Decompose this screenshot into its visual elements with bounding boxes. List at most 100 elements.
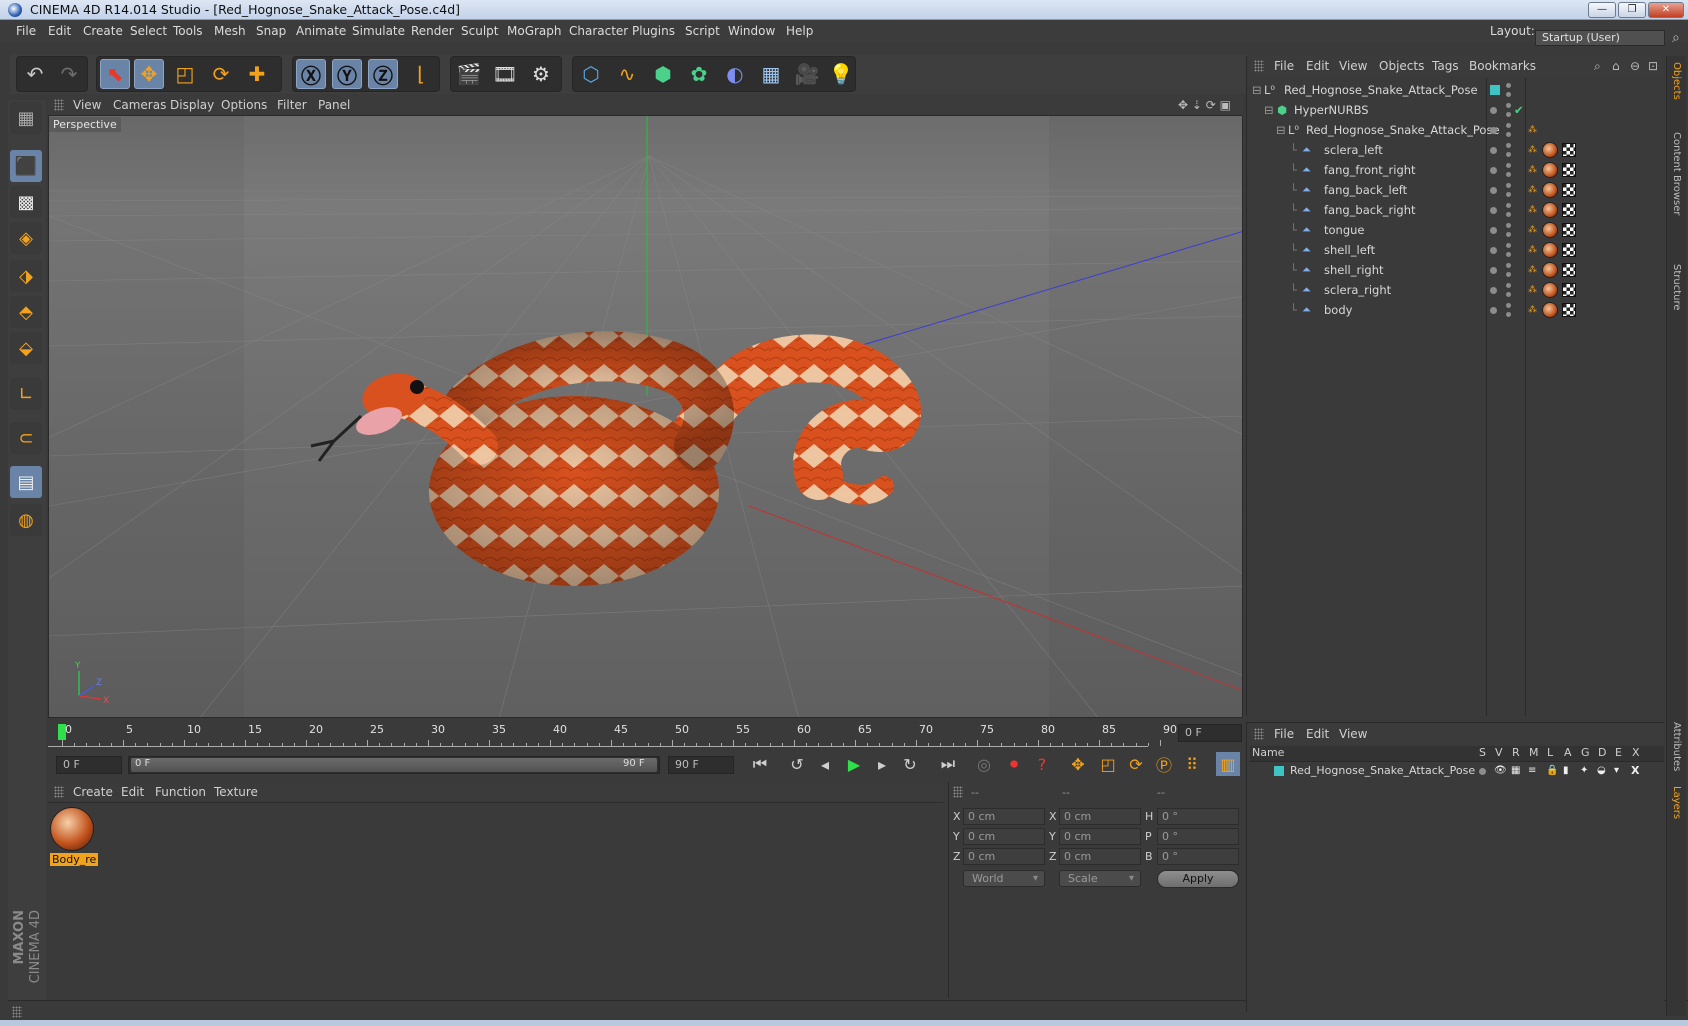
goto-end-icon[interactable]: ⏭ (936, 752, 960, 776)
object-row-child[interactable]: └ ⏶ fang_back_left ⁂ (1250, 180, 1663, 200)
objects-menu-view[interactable]: View (1339, 56, 1367, 76)
spline-icon[interactable]: ∿ (612, 59, 642, 89)
menu-script[interactable]: Script (685, 20, 720, 42)
coordinate-system-icon[interactable]: ⌊ (406, 59, 436, 89)
phong-tag-icon[interactable]: ⁂ (1528, 220, 1537, 240)
layer-expressions-icon[interactable]: ▾ (1614, 762, 1619, 780)
menu-sculpt[interactable]: Sculpt (461, 20, 498, 42)
visibility-dot[interactable] (1490, 227, 1497, 234)
workplane-mode-icon[interactable]: ◈ (10, 222, 42, 254)
make-editable-icon[interactable]: ▦ (10, 102, 42, 134)
coord-rot-p-field[interactable]: 0 ° (1157, 828, 1239, 845)
coord-size-x-field[interactable]: 0 cm (1059, 808, 1141, 825)
coord-size-z-field[interactable]: 0 cm (1059, 848, 1141, 865)
key-parameter-icon[interactable]: Ⓟ (1152, 752, 1176, 776)
menu-character[interactable]: Character (569, 20, 628, 42)
layer-col-animation[interactable]: A (1564, 746, 1572, 759)
menu-mesh[interactable]: Mesh (214, 20, 246, 42)
material-name[interactable]: Body_re (50, 853, 99, 866)
coord-scale-dropdown[interactable]: Scale (1059, 870, 1141, 887)
layer-color-swatch[interactable] (1274, 766, 1284, 776)
visibility-dot[interactable] (1490, 267, 1497, 274)
uvw-tag-icon[interactable] (1562, 263, 1576, 277)
menu-tools[interactable]: Tools (173, 20, 203, 42)
uvw-tag-icon[interactable] (1562, 143, 1576, 157)
menu-edit[interactable]: Edit (48, 20, 71, 42)
render-visibility-dot[interactable] (1506, 312, 1511, 317)
material-tag-icon[interactable] (1542, 202, 1558, 218)
polygons-mode-icon[interactable]: ⬙ (10, 332, 42, 364)
editor-visibility-dot[interactable] (1506, 263, 1511, 268)
phong-tag-icon[interactable]: ⁂ (1528, 260, 1537, 280)
menu-window[interactable]: Window (728, 20, 775, 42)
object-row-child[interactable]: └ ⏶ shell_right ⁂ (1250, 260, 1663, 280)
editor-visibility-dot[interactable] (1506, 223, 1511, 228)
restore-button[interactable]: ❐ (1618, 2, 1646, 18)
menu-help[interactable]: Help (786, 20, 813, 42)
snake-model[interactable] (310, 331, 921, 586)
editor-visibility-dot[interactable] (1506, 303, 1511, 308)
objects-collapse-icon[interactable]: ⊖ (1630, 56, 1640, 76)
visibility-dot[interactable] (1490, 247, 1497, 254)
preview-range-slider[interactable]: 0 F 90 F (128, 756, 660, 774)
phong-tag-icon[interactable]: ⁂ (1528, 280, 1537, 300)
visibility-dot[interactable] (1490, 207, 1497, 214)
material-thumbnail[interactable] (50, 807, 94, 851)
material-tag-icon[interactable] (1542, 242, 1558, 258)
coord-pos-z-field[interactable]: 0 cm (963, 848, 1045, 865)
tree-toggle-icon[interactable]: ⊟ (1276, 120, 1286, 140)
material-tag-icon[interactable] (1542, 262, 1558, 278)
material-menu-edit[interactable]: Edit (121, 782, 144, 802)
object-row-mesh-group[interactable]: ⊟ L⁰ Red_Hognose_Snake_Attack_Pose ⁂ (1250, 120, 1663, 140)
play-icon[interactable]: ▶ (842, 752, 866, 776)
scale-icon[interactable]: ◰ (170, 59, 200, 89)
layer-animation-icon[interactable]: ▮ (1563, 762, 1569, 780)
phong-tag-icon[interactable]: ⁂ (1528, 140, 1537, 160)
step-forward-icon[interactable]: ▸ (870, 752, 894, 776)
redo-icon[interactable]: ↷ (54, 59, 84, 89)
x-axis-icon[interactable]: Ⓧ (296, 59, 326, 89)
layer-deformers-icon[interactable]: ◒ (1597, 762, 1606, 780)
tree-toggle-icon[interactable]: ⊟ (1264, 100, 1274, 120)
editor-visibility-dot[interactable] (1506, 103, 1511, 108)
material-tag-icon[interactable] (1542, 222, 1558, 238)
workplane-lock-icon[interactable]: ▤ (10, 466, 42, 498)
editor-visibility-dot[interactable] (1506, 143, 1511, 148)
uvw-tag-icon[interactable] (1562, 303, 1576, 317)
phong-tag-icon[interactable]: ⁂ (1528, 120, 1537, 140)
viewport-menu-display[interactable]: Display (170, 95, 214, 115)
uvw-tag-icon[interactable] (1562, 203, 1576, 217)
render-picture-viewer-icon[interactable]: 🎞 (490, 59, 520, 89)
menu-file[interactable]: File (16, 20, 36, 42)
editor-visibility-dot[interactable] (1506, 83, 1511, 88)
side-tab-attributes[interactable]: Attributes (1671, 722, 1682, 771)
visibility-dot[interactable] (1490, 127, 1497, 134)
enabled-check-icon[interactable]: ✔ (1514, 100, 1524, 120)
object-row-child[interactable]: └ ⏶ fang_back_right ⁂ (1250, 200, 1663, 220)
editor-visibility-dot[interactable] (1506, 283, 1511, 288)
menu-create[interactable]: Create (83, 20, 123, 42)
uvw-tag-icon[interactable] (1562, 163, 1576, 177)
visibility-dot[interactable] (1490, 167, 1497, 174)
coord-pos-x-field[interactable]: 0 cm (963, 808, 1045, 825)
coord-rot-b-field[interactable]: 0 ° (1157, 848, 1239, 865)
render-visibility-dot[interactable] (1506, 152, 1511, 157)
light-icon[interactable]: 💡 (826, 59, 856, 89)
undo-icon[interactable]: ↶ (20, 59, 50, 89)
viewport-menu-filter[interactable]: Filter (277, 95, 307, 115)
render-settings-icon[interactable]: ⚙ (526, 59, 556, 89)
layer-col-generators[interactable]: G (1581, 746, 1590, 759)
objects-search-icon[interactable]: ⌕ (1594, 56, 1601, 76)
render-visibility-dot[interactable] (1506, 192, 1511, 197)
layer-col-locked[interactable]: L (1547, 746, 1553, 759)
material-tag-icon[interactable] (1542, 142, 1558, 158)
nurbs-icon[interactable]: ⬢ (648, 59, 678, 89)
perspective-viewport[interactable]: Y X Z (48, 115, 1243, 718)
visibility-dot[interactable] (1490, 107, 1497, 114)
current-frame-field[interactable]: 0 F (1178, 724, 1242, 742)
floor-icon[interactable]: ▦ (756, 59, 786, 89)
phong-tag-icon[interactable]: ⁂ (1528, 240, 1537, 260)
points-mode-icon[interactable]: ⬗ (10, 260, 42, 292)
object-row-child[interactable]: └ ⏶ sclera_right ⁂ (1250, 280, 1663, 300)
viewport-menu-view[interactable]: View (73, 95, 101, 115)
